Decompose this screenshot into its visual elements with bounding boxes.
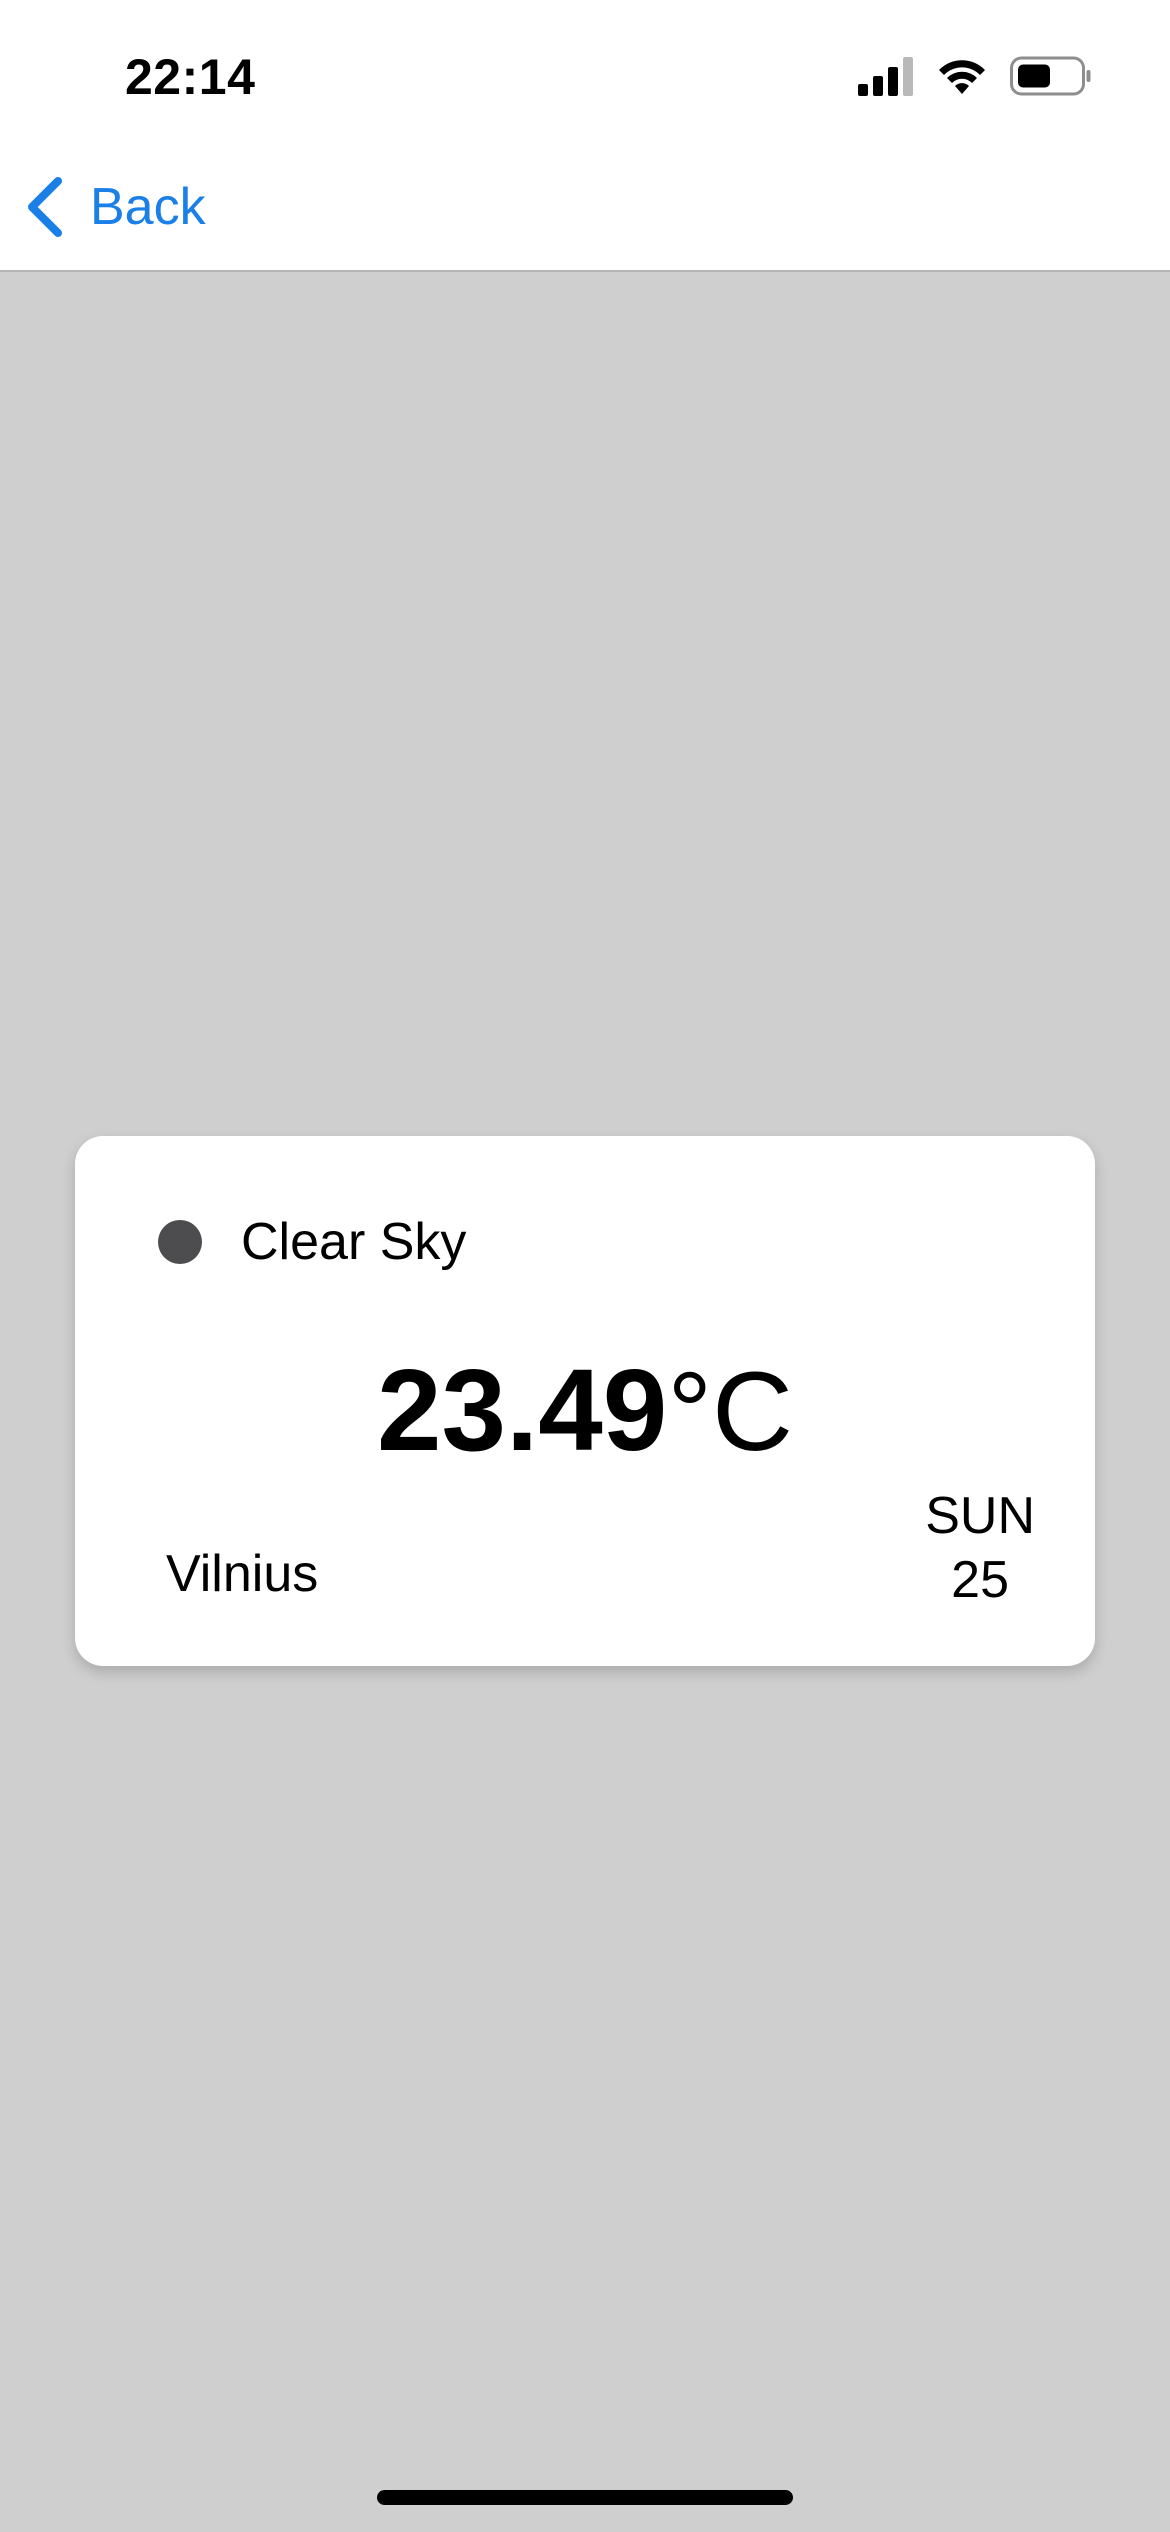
date-block: SUN 25 [925,1484,1035,1612]
temperature-value: 23.49 [377,1345,668,1475]
temperature-unit: °C [667,1349,793,1474]
status-bar: 22:14 [0,0,1170,150]
back-label: Back [90,178,206,236]
status-time: 22:14 [125,49,256,105]
status-icons [858,56,1092,100]
home-indicator[interactable] [377,2490,793,2505]
city-name: Vilnius [166,1545,319,1603]
battery-icon [1010,56,1092,101]
weather-condition-icon [158,1220,202,1264]
chevron-left-icon [24,176,66,238]
date-number: 25 [951,1551,1010,1609]
weather-card: Clear Sky 23.49°C Vilnius SUN 25 [75,1136,1095,1666]
cellular-signal-icon [858,56,914,101]
temperature-display: 23.49°C [75,1352,1095,1468]
back-button[interactable]: Back [24,172,206,242]
weather-condition: Clear Sky [241,1213,467,1271]
wifi-icon [936,56,988,101]
day-label: SUN [925,1487,1035,1545]
navigation-bar: Back [0,150,1170,272]
